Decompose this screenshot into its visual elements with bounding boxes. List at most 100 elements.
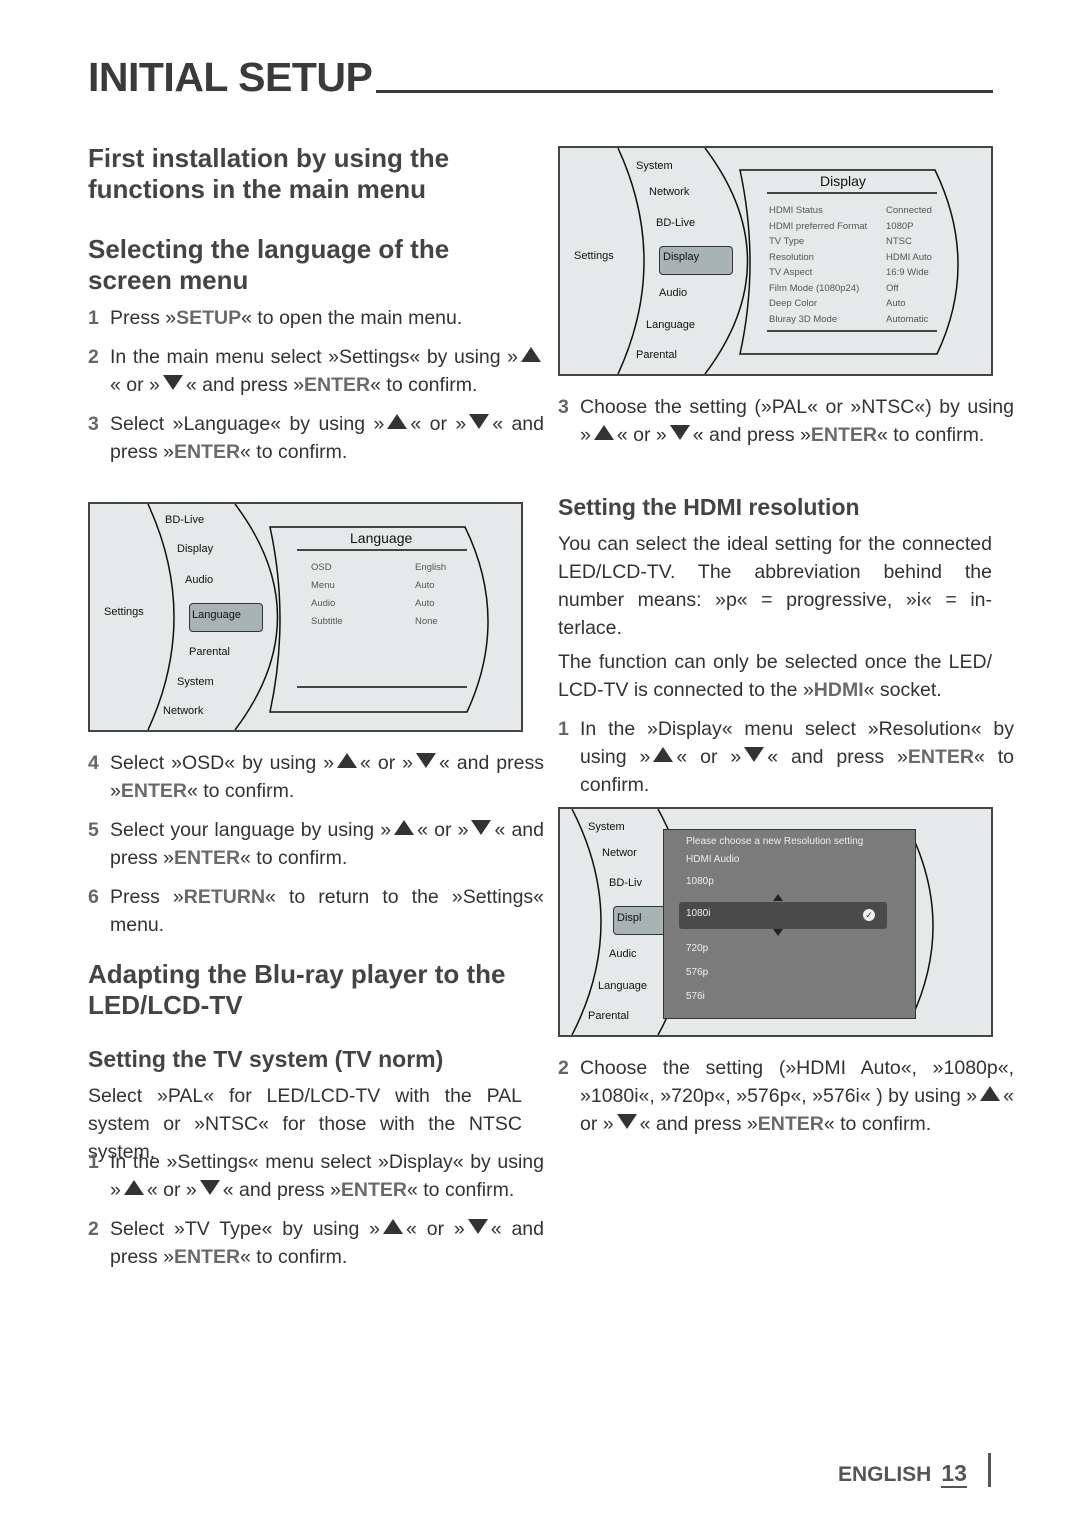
steps-tv-type: 3 Choose the setting (»PAL« or »NTSC«) by… [558, 393, 1014, 460]
setting-label: TV Type [769, 236, 805, 247]
key-name: ENTER [757, 1113, 824, 1135]
screen-display-menu: Settings System Network BD-Live Display Audio… [558, 146, 993, 376]
menu-item: Displ [617, 912, 642, 924]
step-text: Choose the setting (»PAL« or »NTSC«) by … [580, 396, 1014, 446]
setting-value: English [415, 562, 447, 573]
setting-value: None [415, 616, 438, 627]
key-name: ENTER [304, 374, 371, 396]
resolution-option: HDMI Audio [686, 854, 740, 865]
step-text: In the »Display« menu select »Resolution… [580, 718, 1014, 796]
key-name: ENTER [173, 847, 241, 869]
menu-item: Audic [609, 948, 637, 960]
setting-value: Automatic [886, 313, 929, 325]
setting-label: HDMI Status [769, 205, 823, 216]
arrow-down-icon [469, 414, 490, 429]
menu-arcs [147, 504, 489, 730]
key-name: ENTER [907, 746, 974, 768]
arrow-up-icon [383, 1219, 404, 1234]
key-name: RETURN [183, 886, 266, 908]
steps-choose-resolution: 2 Choose the setting (»HDMI Auto«, »1080p… [558, 1054, 1014, 1149]
resolution-option: 576p [686, 967, 709, 978]
setting-label: Deep Color [769, 298, 818, 309]
heading-adapting: Adapting the Blu-ray player to the LED/L… [88, 959, 506, 1020]
step-item: 2 Select »TV Type« by using » « or » « and … [88, 1215, 544, 1271]
resolution-option: 720p [686, 943, 709, 954]
step-text: Select »OSD« by using » « or » « and press… [110, 752, 544, 802]
menu-item: Audio [659, 287, 688, 299]
heading-selecting-language: Selecting the language of the screen men… [88, 234, 450, 295]
setting-value: Auto [415, 598, 435, 609]
menu-item: Language [646, 319, 695, 331]
text-segment: « or » [360, 752, 413, 774]
text-segment: « to confirm. [240, 847, 348, 869]
menu-item: BD-Live [656, 217, 696, 229]
text-segment: « to confirm. [240, 441, 348, 463]
step-item: 4 Select »OSD« by using » « or » « and pres… [88, 749, 544, 805]
key-name: ENTER [340, 1179, 407, 1201]
resolution-option: 576i [686, 991, 705, 1002]
text-segment: Select »Language« by using » [110, 413, 385, 435]
step-item: 1 In the »Display« menu select »Resolutio… [558, 715, 1014, 799]
text-segment: « and press » [767, 746, 908, 768]
text-segment: « to con­firm. [877, 424, 985, 446]
menu-item: BD-Live [165, 514, 205, 526]
step-item: 2 In the main menu select »Settings« by u… [88, 343, 544, 399]
menu-item: Audio [185, 574, 214, 586]
step-number: 3 [558, 396, 569, 418]
menu-item: BD-Liv [609, 877, 643, 889]
step-number: 5 [88, 819, 99, 841]
arrow-down-icon [199, 1180, 220, 1195]
text-segment: « or » [410, 413, 467, 435]
arrow-down-icon [467, 1219, 488, 1234]
screen-resolution-popup: System Networ BD-Liv Displ Audic Language Pare… [558, 807, 993, 1037]
manual-page: INITIAL SETUP First installation by usin… [0, 0, 1080, 1532]
setting-label: Film Mode (1080p24) [769, 282, 860, 294]
menu-item: Parental [636, 349, 677, 361]
text-segment: « to con­firm. [823, 1113, 932, 1135]
setting-label: Audio [311, 598, 336, 609]
setting-value: NTSC [886, 236, 912, 247]
menu-item: Network [649, 186, 690, 198]
panel-title: Language [350, 530, 413, 546]
setting-label: HDMI preferred Format [769, 220, 868, 232]
key-name: SETUP [176, 307, 242, 329]
step-text: Press »SETUP« to open the main menu. [110, 307, 462, 329]
menu-item: Network [163, 705, 204, 717]
menu-settings: Settings [574, 250, 614, 262]
step-item: 1 Press »SETUP« to open the main menu. [88, 304, 544, 332]
menu-item: System [636, 160, 673, 172]
arrow-up-icon [387, 414, 408, 429]
arrow-down-icon [416, 753, 436, 768]
setting-value: Off [886, 282, 899, 294]
step-number: 4 [88, 752, 99, 774]
key-name: ENTER [173, 441, 241, 463]
arrow-down-icon [471, 820, 492, 835]
text-segment: « to open the main menu. [241, 307, 463, 329]
step-number: 3 [88, 413, 99, 435]
footer-language: ENGLISH [838, 1463, 932, 1486]
arrow-up-icon [653, 747, 674, 762]
menu-item: Display [177, 543, 214, 555]
paragraph-hdmi-intro: You can select the ideal setting for the… [558, 533, 992, 639]
text-segment: « to confirm. [186, 780, 295, 802]
text-segment: « or » [676, 746, 742, 768]
menu-item: Language [598, 980, 647, 992]
resolution-option: 1080p [686, 876, 714, 887]
key-name: ENTER [810, 424, 877, 446]
key-name: ENTER [120, 780, 187, 802]
arrow-up-icon [980, 1086, 1001, 1101]
page-number: 13 [941, 1460, 967, 1488]
step-number: 2 [88, 346, 99, 368]
text-segment: Select »TV Type« by using » [110, 1218, 381, 1240]
arrow-down-icon [744, 747, 765, 762]
text-segment: « to confirm. [407, 1179, 515, 1201]
step-text: In the main menu select »Settings« by us… [110, 346, 544, 396]
setting-label: Bluray 3D Mode [769, 313, 838, 325]
text-segment: Select »OSD« by using » [110, 752, 335, 774]
text-segment: « or » [406, 1218, 465, 1240]
menu-item: System [588, 821, 625, 833]
menu-item: Parental [189, 646, 230, 658]
heading-tv-system: Setting the TV system (TV norm) [88, 1046, 444, 1072]
resolution-popup: Please choose a new Resolution setting HD… [663, 829, 916, 1019]
step-number: 1 [88, 307, 99, 329]
